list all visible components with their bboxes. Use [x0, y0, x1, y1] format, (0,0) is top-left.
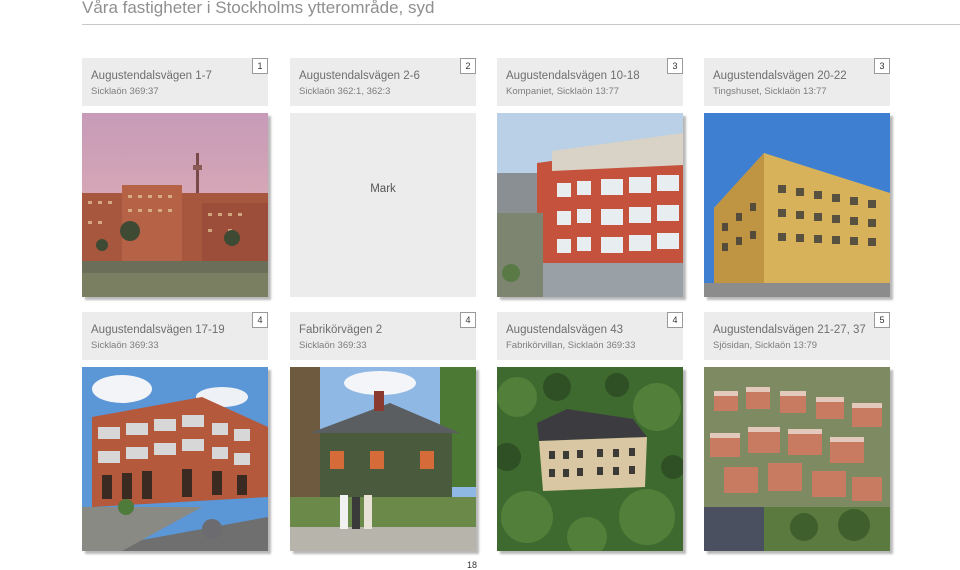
property-name: Augustendalsvägen 17-19 — [91, 324, 225, 336]
property-label: Augustendalsvägen 21-27, 37 Sjösidan, Si… — [704, 312, 890, 360]
property-label: Fabrikörvägen 2 Sicklaön 369:33 4 — [290, 312, 476, 360]
property-reference: Sjösidan, Sicklaön 13:79 — [713, 340, 818, 351]
property-name: Augustendalsvägen 43 — [506, 324, 624, 336]
land-placeholder: Mark — [290, 113, 476, 297]
property-number: 4 — [667, 312, 683, 328]
property-number: 2 — [460, 58, 476, 74]
property-number: 1 — [252, 58, 268, 74]
property-reference: Fabrikörvillan, Sicklaön 369:33 — [506, 340, 636, 351]
property-number: 5 — [874, 312, 890, 328]
wooden-house-photo — [290, 367, 476, 551]
property-number: 3 — [874, 58, 890, 74]
property-reference: Kompaniet, Sicklaön 13:77 — [506, 86, 620, 97]
brick-building-photo — [82, 367, 268, 551]
property-name: Augustendalsvägen 2-6 — [299, 70, 420, 82]
page-title: Våra fastigheter i Stockholms ytterområd… — [82, 0, 435, 17]
office-building-photo — [497, 113, 683, 297]
property-label: Augustendalsvägen 20-22 Tingshuset, Sick… — [704, 58, 890, 106]
property-reference: Sicklaön 362:1, 362:3 — [299, 86, 391, 97]
property-reference: Tingshuset, Sicklaön 13:77 — [713, 86, 827, 97]
industrial-campus-photo — [82, 113, 268, 297]
property-name: Fabrikörvägen 2 — [299, 324, 383, 336]
land-placeholder-label: Mark — [370, 183, 396, 195]
property-label: Augustendalsvägen 43 Fabrikörvillan, Sic… — [497, 312, 683, 360]
apartments-aerial-photo — [704, 367, 890, 551]
property-name: Augustendalsvägen 10-18 — [506, 70, 640, 82]
property-name: Augustendalsvägen 1-7 — [91, 70, 212, 82]
property-label: Augustendalsvägen 10-18 Kompaniet, Sickl… — [497, 58, 683, 106]
property-reference: Sicklaön 369:33 — [299, 340, 367, 351]
property-reference: Sicklaön 369:33 — [91, 340, 159, 351]
property-label: Augustendalsvägen 2-6 Sicklaön 362:1, 36… — [290, 58, 476, 106]
villa-aerial-photo — [497, 367, 683, 551]
property-number: 4 — [252, 312, 268, 328]
property-label: Augustendalsvägen 1-7 Sicklaön 369:37 1 — [82, 58, 268, 106]
property-number: 3 — [667, 58, 683, 74]
property-reference: Sicklaön 369:37 — [91, 86, 159, 97]
title-divider — [82, 24, 960, 25]
property-name: Augustendalsvägen 21-27, 37 — [713, 324, 866, 336]
property-number: 4 — [460, 312, 476, 328]
yellow-office-photo — [704, 113, 890, 297]
property-label: Augustendalsvägen 17-19 Sicklaön 369:33 … — [82, 312, 268, 360]
property-name: Augustendalsvägen 20-22 — [713, 70, 847, 82]
